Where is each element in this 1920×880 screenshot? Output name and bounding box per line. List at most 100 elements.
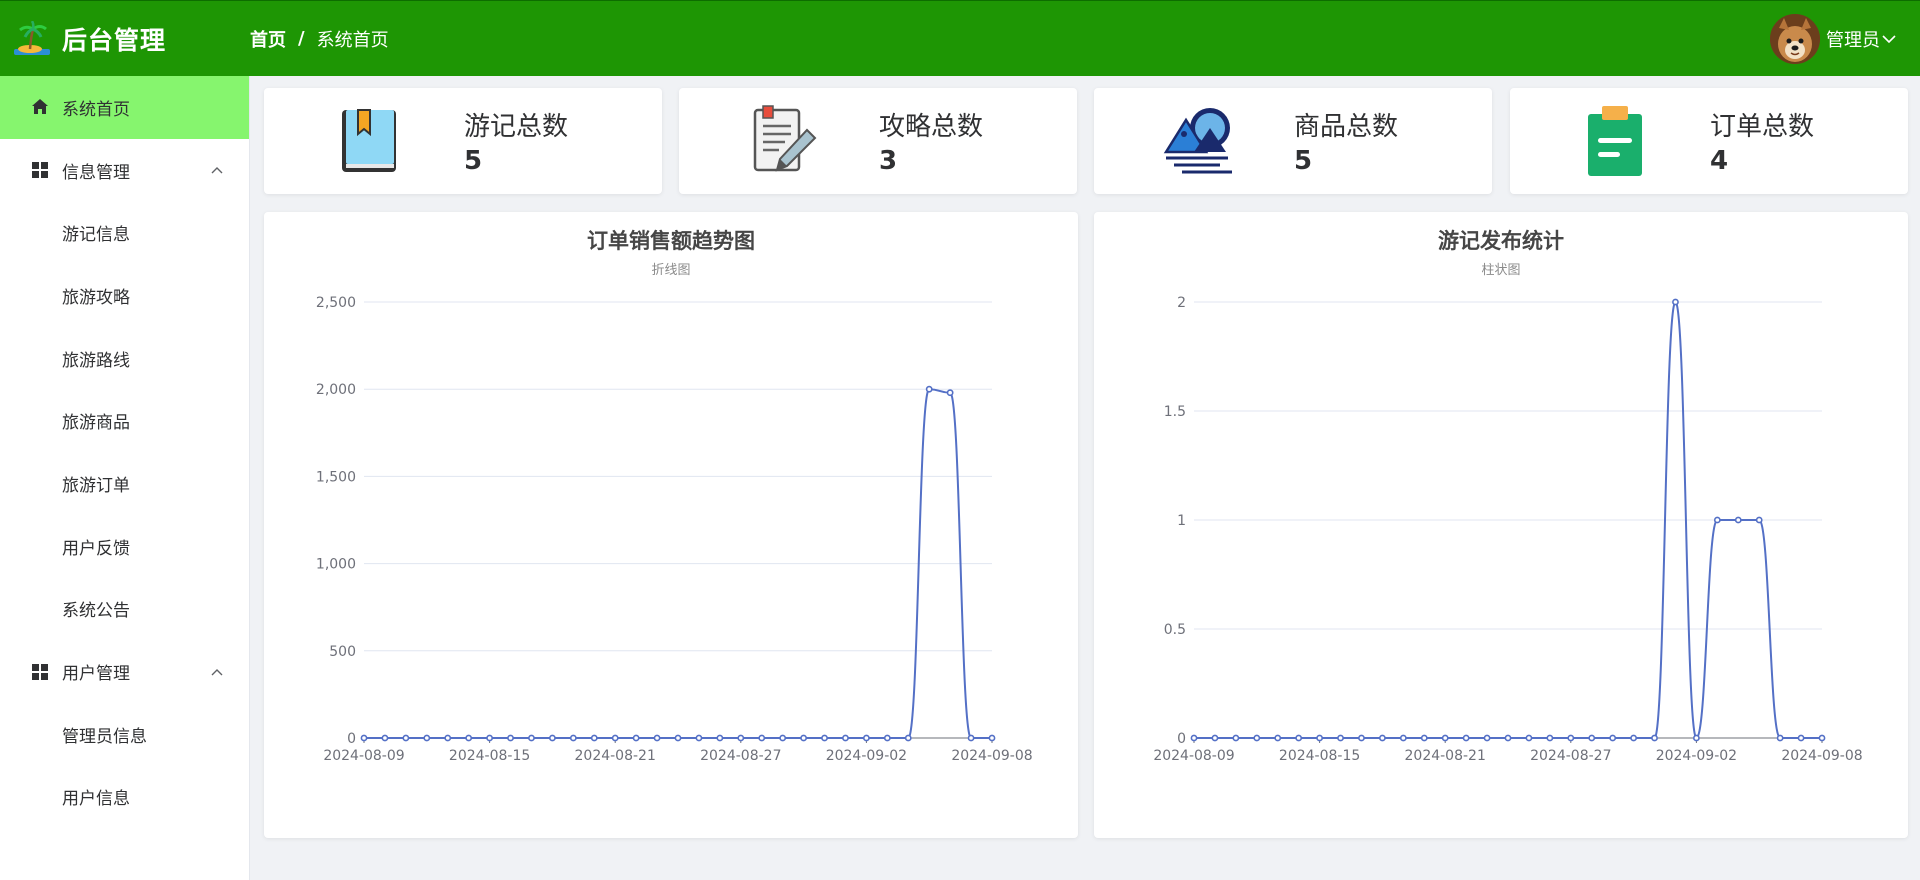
sidebar-item-label: 旅游攻略: [62, 287, 130, 308]
data-point[interactable]: [402, 734, 410, 742]
y-tick-label: 1,000: [316, 557, 356, 573]
data-point[interactable]: [800, 734, 807, 742]
data-point[interactable]: [548, 734, 556, 742]
data-point[interactable]: [674, 734, 682, 742]
data-point[interactable]: [1190, 734, 1198, 742]
sidebar-item-travel-routes[interactable]: 旅游路线: [0, 327, 249, 390]
breadcrumb-home[interactable]: 首页: [250, 26, 286, 52]
data-point[interactable]: [611, 734, 619, 742]
data-point[interactable]: [590, 734, 598, 742]
data-point[interactable]: [1609, 734, 1617, 742]
data-point[interactable]: [1232, 734, 1240, 742]
sidebar-item-travel-orders[interactable]: 旅游订单: [0, 452, 249, 515]
line-chart-note-stats: 游记发布统计柱状图 0 0.5 1 1.5 2 2024-08-09 2024-08-15 20…: [1153, 229, 1862, 764]
data-point[interactable]: [1797, 734, 1805, 742]
palm-island-icon: [14, 20, 50, 55]
data-point[interactable]: [1818, 734, 1826, 742]
data-point[interactable]: [1399, 734, 1407, 742]
data-point[interactable]: [1672, 298, 1679, 306]
data-point[interactable]: [1378, 734, 1386, 742]
data-point[interactable]: [967, 734, 975, 742]
data-point[interactable]: [1274, 734, 1282, 742]
data-point[interactable]: [1651, 734, 1658, 742]
user-name[interactable]: 管理员: [1826, 26, 1880, 52]
app-logo[interactable]: 后台管理: [0, 20, 250, 57]
data-point[interactable]: [1420, 734, 1428, 742]
data-point[interactable]: [779, 734, 787, 742]
data-point[interactable]: [1546, 734, 1554, 742]
data-point[interactable]: [1358, 734, 1365, 742]
sidebar-item-user-info[interactable]: 用户信息: [0, 766, 249, 829]
data-point[interactable]: [1253, 734, 1261, 742]
data-point[interactable]: [507, 734, 514, 742]
sidebar-item-travel-products[interactable]: 旅游商品: [0, 389, 249, 452]
stat-value: 5: [1294, 146, 1313, 176]
sidebar-item-travel-notes[interactable]: 游记信息: [0, 201, 249, 264]
data-point[interactable]: [925, 385, 933, 393]
data-point[interactable]: [883, 734, 891, 742]
sidebar-group-user-management[interactable]: 用户管理: [0, 640, 249, 703]
x-tick-label: 2024-08-27: [1530, 748, 1611, 764]
main-content: 游记总数 5 攻略总数 3 商品总数 5 订单总数 4 订单销售额趋势图 折线图…: [250, 76, 1920, 880]
data-point[interactable]: [1567, 734, 1575, 742]
sidebar-item-user-feedback[interactable]: 用户反馈: [0, 515, 249, 578]
data-point[interactable]: [716, 734, 724, 742]
data-point[interactable]: [360, 734, 368, 742]
breadcrumb-current: 系统首页: [316, 29, 389, 51]
y-tick-label: 1: [1177, 513, 1186, 529]
data-point[interactable]: [653, 734, 661, 742]
data-point[interactable]: [863, 734, 870, 742]
data-point[interactable]: [1693, 734, 1700, 742]
data-point[interactable]: [1504, 734, 1512, 742]
breadcrumb: 首页 / 系统首页: [250, 26, 389, 52]
data-point[interactable]: [423, 734, 431, 742]
y-tick-label: 500: [329, 644, 356, 660]
sidebar-item-label: 旅游路线: [62, 350, 130, 371]
sidebar-item-travel-guides[interactable]: 旅游攻略: [0, 264, 249, 327]
data-point[interactable]: [1483, 734, 1491, 742]
data-point[interactable]: [1441, 734, 1449, 742]
data-point[interactable]: [821, 734, 828, 742]
data-point[interactable]: [1211, 734, 1219, 742]
data-point[interactable]: [758, 734, 766, 742]
sidebar-item-announcements[interactable]: 系统公告: [0, 578, 249, 641]
chevron-down-icon[interactable]: [1882, 34, 1896, 44]
data-point[interactable]: [1755, 516, 1763, 524]
sidebar-item-label: 旅游订单: [62, 475, 130, 496]
data-point[interactable]: [1630, 734, 1637, 742]
sidebar-item-label: 系统公告: [62, 601, 130, 622]
sidebar-group-info-management[interactable]: 信息管理: [0, 139, 249, 202]
data-point[interactable]: [1462, 734, 1470, 742]
data-point[interactable]: [946, 389, 954, 397]
x-tick-label: 2024-08-21: [1405, 748, 1486, 764]
data-point[interactable]: [904, 734, 912, 742]
data-point[interactable]: [1776, 734, 1784, 742]
x-tick-label: 2024-08-27: [700, 748, 781, 764]
data-point[interactable]: [737, 734, 745, 742]
data-point[interactable]: [1337, 734, 1344, 742]
data-point[interactable]: [528, 734, 535, 742]
data-point[interactable]: [842, 734, 849, 742]
data-point[interactable]: [1734, 516, 1742, 524]
user-menu[interactable]: 管理员: [1770, 14, 1896, 64]
x-tick-label: 2024-08-15: [449, 748, 530, 764]
sidebar-item-admin-info[interactable]: 管理员信息: [0, 703, 249, 766]
data-point[interactable]: [569, 734, 577, 742]
data-point[interactable]: [1525, 734, 1533, 742]
data-point[interactable]: [632, 734, 640, 742]
data-point[interactable]: [1588, 734, 1596, 742]
data-point[interactable]: [1295, 734, 1303, 742]
data-point[interactable]: [1316, 734, 1323, 742]
avatar[interactable]: [1770, 14, 1820, 64]
data-point[interactable]: [465, 734, 473, 742]
data-point[interactable]: [444, 734, 452, 742]
data-point[interactable]: [381, 734, 389, 742]
data-point[interactable]: [988, 734, 996, 742]
sidebar-item-label: 用户管理: [62, 664, 130, 685]
stat-label: 订单总数: [1710, 112, 1815, 142]
data-point[interactable]: [486, 734, 493, 742]
sidebar-item-dashboard[interactable]: 系统首页: [0, 76, 249, 139]
data-point[interactable]: [1713, 516, 1721, 524]
data-point[interactable]: [695, 734, 703, 742]
x-tick-label: 2024-09-02: [826, 748, 907, 764]
